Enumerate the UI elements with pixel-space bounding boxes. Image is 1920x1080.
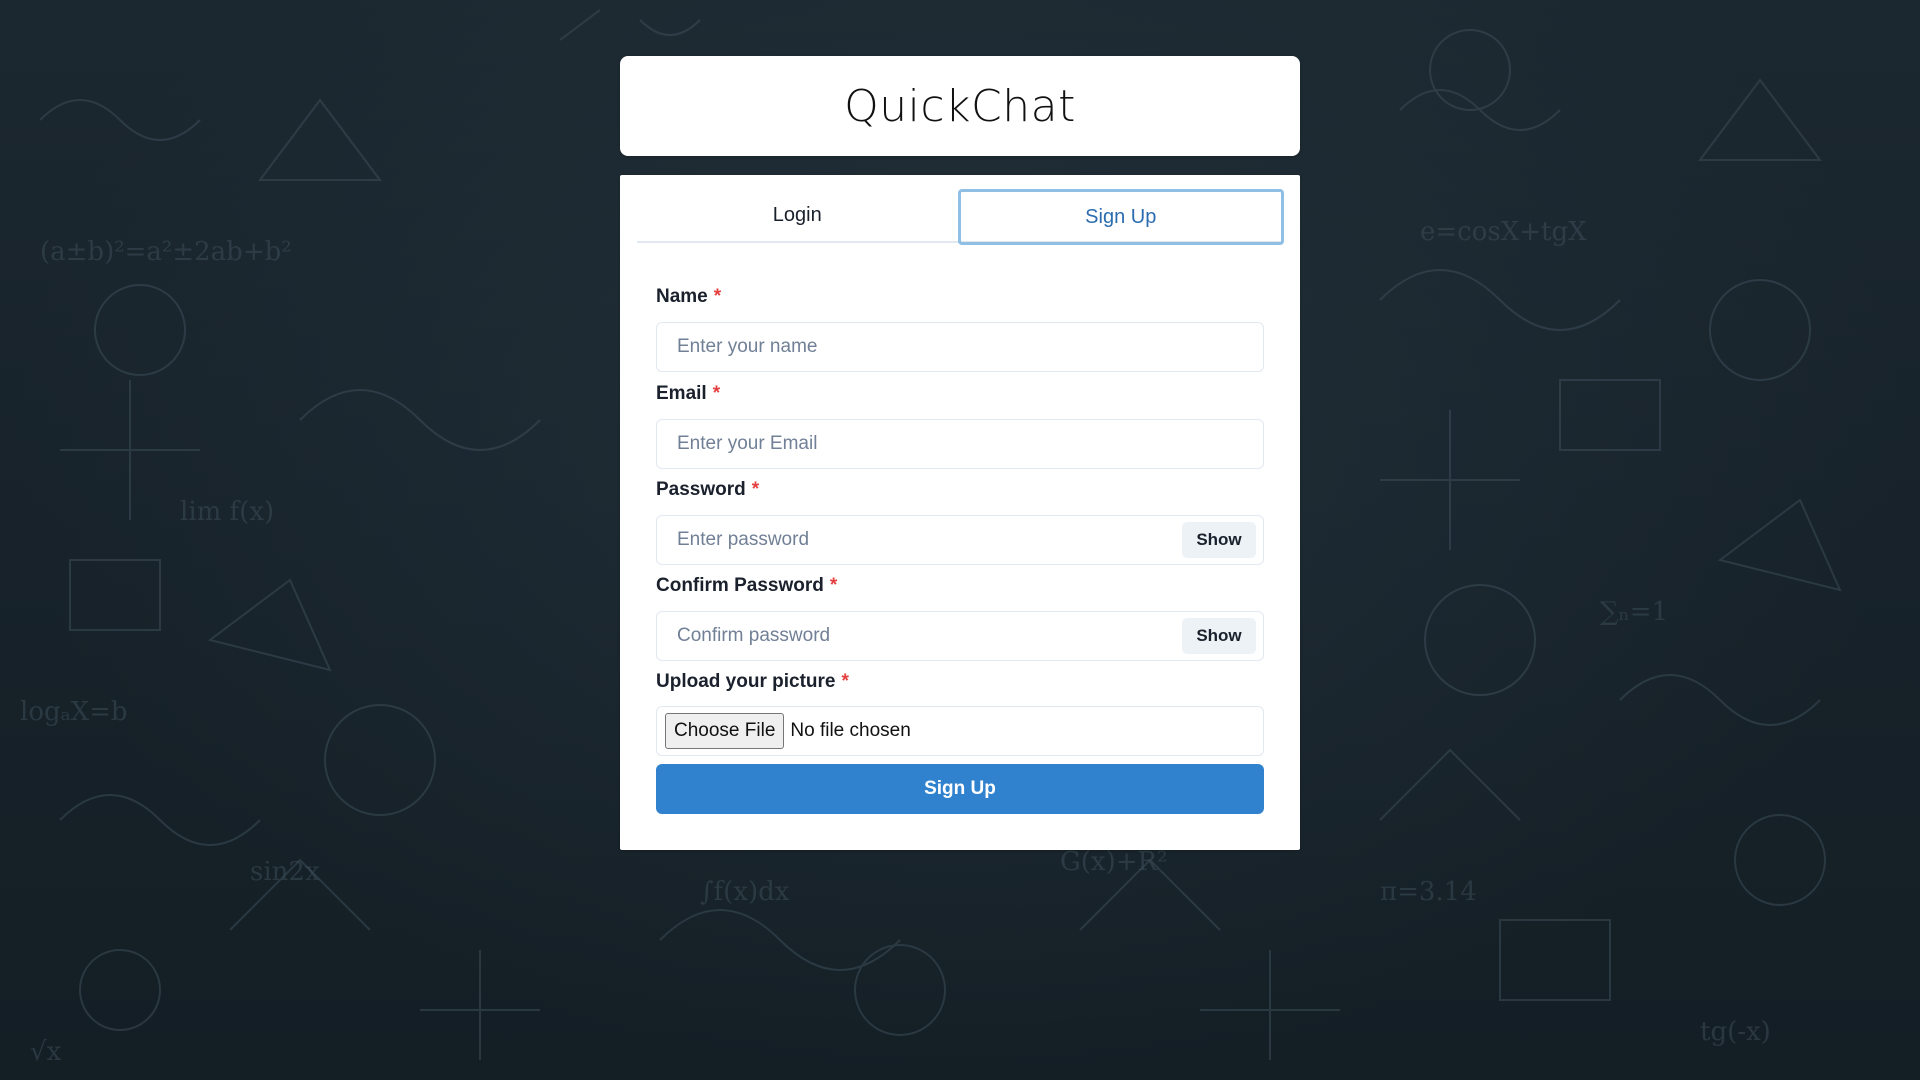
sign-up-submit-button[interactable]: Sign Up (656, 764, 1264, 814)
required-indicator: * (712, 383, 721, 404)
svg-text:√x: √x (30, 1037, 62, 1067)
upload-picture-label: Upload your picture * (656, 671, 849, 693)
app-title: QuickChat (844, 80, 1076, 132)
svg-text:(a±b)²=a²±2ab+b²: (a±b)²=a²±2ab+b² (40, 237, 292, 267)
email-label: Email * (656, 383, 720, 405)
file-status-text: No file chosen (790, 720, 911, 741)
show-confirm-password-button[interactable]: Show (1182, 618, 1256, 654)
required-indicator: * (841, 671, 849, 692)
name-input[interactable] (656, 322, 1264, 372)
svg-text:sin2x: sin2x (250, 857, 320, 887)
choose-file-button[interactable]: Choose File (665, 713, 785, 749)
required-indicator: * (751, 479, 760, 500)
svg-text:π=3.14: π=3.14 (1380, 877, 1477, 907)
svg-text:tg(-x): tg(-x) (1700, 1017, 1771, 1047)
auth-form-card: Login Sign Up Name* Email* Password* Sho… (620, 175, 1300, 850)
show-password-button[interactable]: Show (1182, 522, 1256, 558)
name-label: Name * (656, 286, 721, 308)
password-input[interactable] (656, 515, 1264, 565)
email-input[interactable] (656, 419, 1264, 469)
name-label-text: Name (656, 286, 708, 307)
password-label: Password * (656, 479, 759, 501)
upload-picture-label-text: Upload your picture (656, 671, 836, 692)
email-label-text: Email (656, 383, 707, 404)
required-indicator: * (713, 286, 722, 307)
svg-text:G(x)+R²: G(x)+R² (1060, 847, 1168, 877)
required-indicator: * (829, 575, 838, 596)
confirm-password-label-text: Confirm Password (656, 575, 824, 596)
confirm-password-label: Confirm Password * (656, 575, 837, 597)
svg-text:∫f(x)dx: ∫f(x)dx (700, 877, 790, 907)
svg-text:e=cosX+tgX: e=cosX+tgX (1420, 217, 1587, 247)
svg-text:lim f(x): lim f(x) (180, 497, 274, 527)
svg-text:logₐX=b: logₐX=b (20, 697, 128, 727)
confirm-password-input[interactable] (656, 611, 1264, 661)
app-header-card: QuickChat (620, 56, 1300, 156)
auth-tabs: Login Sign Up (637, 189, 1284, 245)
tab-login[interactable]: Login (637, 189, 958, 241)
svg-text:∑ₙ=1: ∑ₙ=1 (1600, 597, 1668, 627)
picture-file-input[interactable]: Choose File No file chosen (656, 706, 1264, 756)
tab-sign-up[interactable]: Sign Up (957, 189, 1284, 245)
password-label-text: Password (656, 479, 746, 500)
